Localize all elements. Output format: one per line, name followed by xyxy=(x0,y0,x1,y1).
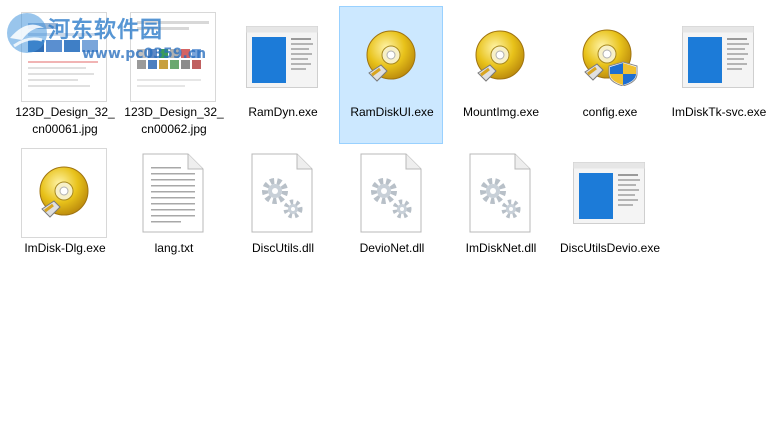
file-item-123d-design-00061[interactable]: 123D_Design_32_cn00061.jpg xyxy=(12,6,116,144)
file-name-label: RamDiskUI.exe xyxy=(350,105,434,119)
file-item-ramdyn-exe[interactable]: RamDyn.exe xyxy=(230,6,334,144)
file-item-devionet-dll[interactable]: DevioNet.dll xyxy=(339,142,443,280)
file-name-label: ImDiskTk-svc.exe xyxy=(671,105,767,119)
disc-app-icon xyxy=(348,12,434,102)
file-name-label: 123D_Design_32_cn00062.jpg xyxy=(124,105,224,136)
file-name-label: lang.txt xyxy=(154,241,194,255)
file-item-config-exe[interactable]: config.exe xyxy=(557,6,661,144)
file-item-discutilsdevio-exe[interactable]: DiscUtilsDevio.exe xyxy=(557,142,661,280)
disc-app-icon xyxy=(457,12,543,102)
dll-gear-icon xyxy=(457,148,543,238)
file-item-imdisktk-svc-exe[interactable]: ImDiskTk-svc.exe xyxy=(666,6,770,144)
file-name-label: DiscUtils.dll xyxy=(251,241,314,255)
file-item-ramdiskui-exe[interactable]: RamDiskUI.exe xyxy=(339,6,443,144)
file-item-123d-design-00062[interactable]: 123D_Design_32_cn00062.jpg xyxy=(121,6,225,144)
disc-shield-app-icon xyxy=(566,12,652,102)
file-name-label: ImDiskNet.dll xyxy=(465,241,537,255)
image-thumbnail-icon xyxy=(21,12,107,102)
file-name-label: ImDisk-Dlg.exe xyxy=(24,241,106,255)
file-explorer-icon-view: 123D_Design_32_cn00061.jpg 123D_Design_3… xyxy=(0,0,772,442)
file-name-label: RamDyn.exe xyxy=(248,105,318,119)
dll-gear-icon xyxy=(239,148,325,238)
dll-gear-icon xyxy=(348,148,434,238)
image-thumbnail-icon xyxy=(130,12,216,102)
file-item-mountimg-exe[interactable]: MountImg.exe xyxy=(448,6,552,144)
file-name-label: config.exe xyxy=(582,105,638,119)
file-item-imdisknet-dll[interactable]: ImDiskNet.dll xyxy=(448,142,552,280)
file-name-label: DiscUtilsDevio.exe xyxy=(559,241,661,255)
file-item-lang-txt[interactable]: lang.txt xyxy=(121,142,225,280)
file-name-label: DevioNet.dll xyxy=(359,241,425,255)
file-name-label: 123D_Design_32_cn00061.jpg xyxy=(15,105,115,136)
window-app-icon xyxy=(675,12,761,102)
file-name-label: MountImg.exe xyxy=(462,105,540,119)
file-item-imdisk-dlg-exe[interactable]: ImDisk-Dlg.exe xyxy=(12,142,116,280)
disc-app-icon xyxy=(21,148,107,238)
window-app-icon xyxy=(239,12,325,102)
text-file-icon xyxy=(130,148,216,238)
file-item-discutils-dll[interactable]: DiscUtils.dll xyxy=(230,142,334,280)
window-app-icon xyxy=(566,148,652,238)
